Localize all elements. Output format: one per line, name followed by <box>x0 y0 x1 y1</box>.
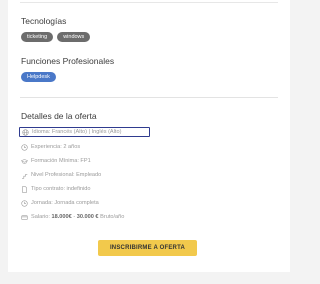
detail-experiencia-text: Experiencia: 2 años <box>31 144 81 150</box>
detail-nivel: Nivel Profesional: Empleado <box>21 170 101 180</box>
ladder-icon <box>22 173 28 179</box>
salario-suffix: Bruto/año <box>100 214 125 220</box>
tecnologias-title: Tecnologías <box>21 16 67 26</box>
top-divider <box>20 2 278 3</box>
detail-experiencia: Experiencia: 2 años <box>21 142 80 152</box>
salario-sep: - <box>73 214 76 220</box>
detail-formacion-text: Formación Mínima: FP1 <box>31 158 91 164</box>
detail-tipo-contrato: Tipo contrato: indefinido <box>21 184 91 194</box>
detail-jornada-text: Jornada: Jornada completa <box>31 200 99 206</box>
tag-windows[interactable]: windows <box>57 32 91 42</box>
wallet-icon <box>21 214 28 220</box>
funciones-title: Funciones Profesionales <box>21 56 115 66</box>
document-icon <box>22 185 27 193</box>
clock-icon <box>21 143 28 151</box>
globe-icon <box>22 128 29 136</box>
detail-formacion: Formación Mínima: FP1 <box>21 156 91 166</box>
detail-salario: Salario: 18.000€ - 30.000 € Bruto/año <box>21 212 124 222</box>
tecnologias-tags: ticketing windows <box>21 32 91 42</box>
detail-idioma-text: Idioma: Francés (Alto) | Inglés (Alto) <box>32 129 122 135</box>
detail-nivel-text: Nivel Profesional: Empleado <box>31 172 102 178</box>
section-divider <box>20 97 278 98</box>
graduation-cap-icon <box>21 158 28 164</box>
salario-min: 18.000€ <box>51 214 72 220</box>
detail-tipo-contrato-text: Tipo contrato: indefinido <box>31 186 91 192</box>
inscribirme-button[interactable]: INSCRIBIRME A OFERTA <box>98 240 197 256</box>
detalles-title: Detalles de la oferta <box>21 111 97 121</box>
detail-jornada: Jornada: Jornada completa <box>21 198 99 208</box>
tag-helpdesk[interactable]: Helpdesk <box>21 72 56 82</box>
tag-ticketing[interactable]: ticketing <box>21 32 54 42</box>
funciones-tags: Helpdesk <box>21 72 56 82</box>
clock-icon <box>21 199 28 207</box>
detail-idioma: Idioma: Francés (Alto) | Inglés (Alto) <box>19 127 150 137</box>
salario-prefix: Salario: <box>31 214 50 220</box>
salario-max: 30.000 € <box>76 214 99 220</box>
job-offer-card: Tecnologías ticketing windows Funciones … <box>8 0 290 272</box>
